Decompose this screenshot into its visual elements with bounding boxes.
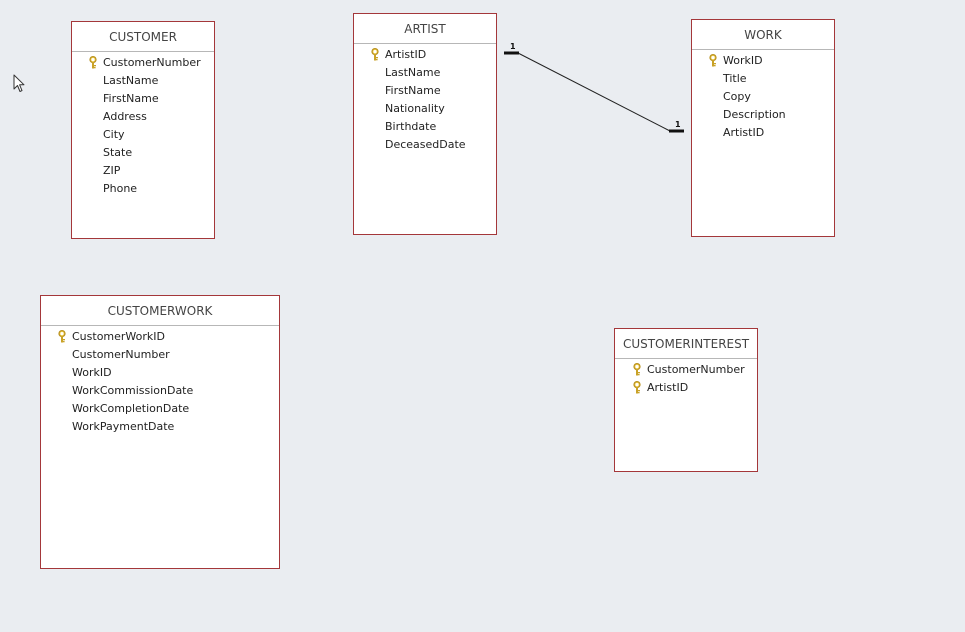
field-name: ArtistID [647, 381, 689, 394]
primary-key-field[interactable]: CustomerNumber [615, 361, 757, 379]
key-icon [632, 362, 642, 376]
field-name: ArtistID [723, 126, 765, 139]
field-name: FirstName [385, 84, 441, 97]
field-name: WorkCompletionDate [72, 402, 190, 415]
field[interactable]: WorkCommissionDate [41, 382, 279, 400]
primary-key-field[interactable]: ArtistID [615, 379, 757, 397]
field-name: WorkPaymentDate [72, 420, 175, 433]
key-icon [370, 47, 380, 61]
key-icon [632, 380, 642, 394]
relationships-canvas: 1 1 CUSTOMER CustomerNumber LastName First… [0, 0, 965, 632]
primary-key-field[interactable]: CustomerWorkID [41, 328, 279, 346]
field-name: WorkID [72, 366, 112, 379]
field-name: CustomerNumber [103, 56, 201, 69]
field-list: CustomerNumber LastName FirstName Address Ci… [72, 52, 214, 198]
primary-key-field[interactable]: WorkID [692, 52, 834, 70]
field-name: Birthdate [385, 120, 437, 133]
primary-key-field[interactable]: CustomerNumber [72, 54, 214, 72]
mouse-cursor-icon [13, 74, 25, 92]
primary-key-field[interactable]: ArtistID [354, 46, 496, 64]
field[interactable]: WorkCompletionDate [41, 400, 279, 418]
field[interactable]: CustomerNumber [41, 346, 279, 364]
field-name: CustomerNumber [647, 363, 745, 376]
key-icon [57, 329, 67, 343]
key-icon [88, 55, 98, 69]
field-list: ArtistID LastName FirstName Nationality Birt… [354, 44, 496, 154]
table-title[interactable]: CUSTOMERINTEREST [615, 329, 757, 359]
field[interactable]: City [72, 126, 214, 144]
field[interactable]: Birthdate [354, 118, 496, 136]
field-list: WorkID Title Copy Description ArtistID [692, 50, 834, 142]
key-icon [708, 53, 718, 67]
field-name: Title [723, 72, 747, 85]
table-title[interactable]: ARTIST [354, 14, 496, 44]
field-name: State [103, 146, 133, 159]
field-name: Description [723, 108, 786, 121]
field[interactable]: DeceasedDate [354, 136, 496, 154]
field[interactable]: Title [692, 70, 834, 88]
field-name: Phone [103, 182, 138, 195]
field-name: CustomerWorkID [72, 330, 166, 343]
field-list: CustomerNumber ArtistID [615, 359, 757, 397]
field[interactable]: WorkID [41, 364, 279, 382]
relationship-line-artist-work[interactable] [517, 52, 671, 132]
field-name: DeceasedDate [385, 138, 466, 151]
field[interactable]: LastName [72, 72, 214, 90]
field[interactable]: Description [692, 106, 834, 124]
table-customerwork[interactable]: CUSTOMERWORK CustomerWorkID CustomerNumbe… [40, 295, 280, 569]
table-work[interactable]: WORK WorkID Title Copy Description ArtistID [691, 19, 835, 237]
cardinality-label-work: 1 [675, 120, 681, 129]
field-name: WorkID [723, 54, 763, 67]
field-name: LastName [385, 66, 441, 79]
field[interactable]: Nationality [354, 100, 496, 118]
field[interactable]: ZIP [72, 162, 214, 180]
field-name: LastName [103, 74, 159, 87]
field[interactable]: WorkPaymentDate [41, 418, 279, 436]
field-name: Address [103, 110, 147, 123]
field-name: Copy [723, 90, 751, 103]
table-title[interactable]: WORK [692, 20, 834, 50]
table-artist[interactable]: ARTIST ArtistID LastName FirstName National… [353, 13, 497, 235]
field-name: City [103, 128, 125, 141]
field[interactable]: Copy [692, 88, 834, 106]
field-name: CustomerNumber [72, 348, 170, 361]
field[interactable]: Phone [72, 180, 214, 198]
field-name: Nationality [385, 102, 445, 115]
field-name: FirstName [103, 92, 159, 105]
table-customer[interactable]: CUSTOMER CustomerNumber LastName FirstName… [71, 21, 215, 239]
table-customerinterest[interactable]: CUSTOMERINTEREST CustomerNumber ArtistID [614, 328, 758, 472]
cardinality-label-artist: 1 [510, 42, 516, 51]
table-title[interactable]: CUSTOMER [72, 22, 214, 52]
field[interactable]: Address [72, 108, 214, 126]
field-name: ArtistID [385, 48, 427, 61]
table-title[interactable]: CUSTOMERWORK [41, 296, 279, 326]
field[interactable]: State [72, 144, 214, 162]
field-list: CustomerWorkID CustomerNumber WorkID WorkCo… [41, 326, 279, 436]
field[interactable]: FirstName [354, 82, 496, 100]
field-name: ZIP [103, 164, 121, 177]
field-name: WorkCommissionDate [72, 384, 194, 397]
field[interactable]: ArtistID [692, 124, 834, 142]
field[interactable]: FirstName [72, 90, 214, 108]
field[interactable]: LastName [354, 64, 496, 82]
